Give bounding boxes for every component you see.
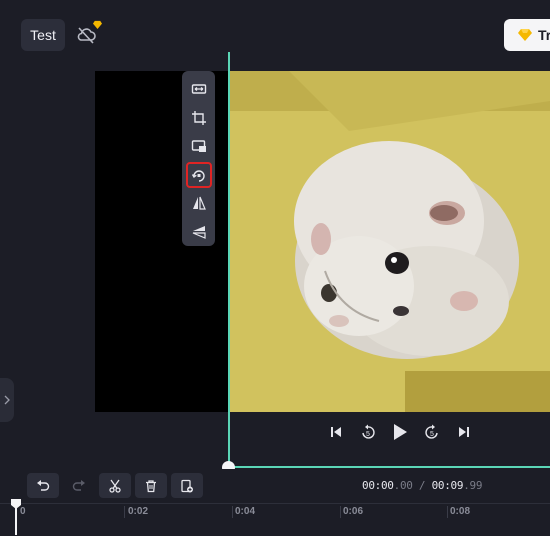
preview-toolbar xyxy=(182,71,215,246)
forward-5-label: 5 xyxy=(430,431,434,438)
undo-icon xyxy=(37,479,50,491)
skip-to-end-icon xyxy=(459,427,469,437)
sidebar-expand-handle[interactable] xyxy=(0,378,14,422)
current-time-fraction: .00 xyxy=(393,479,413,492)
flip-horizontal-icon xyxy=(192,197,206,210)
player-controls: 5 5 xyxy=(325,420,475,444)
redo-button[interactable] xyxy=(63,473,95,498)
skip-to-end-button[interactable] xyxy=(453,421,475,443)
time-separator: / xyxy=(418,479,426,492)
tick-label: 0:04 xyxy=(235,506,256,517)
top-bar: Test Tr xyxy=(0,0,550,52)
rewind-5s-button[interactable]: 5 xyxy=(357,421,379,443)
add-media-button[interactable] xyxy=(171,473,203,498)
current-time: 00:00 xyxy=(362,479,394,492)
skip-to-start-icon xyxy=(331,427,341,437)
total-time: 00:09 xyxy=(431,479,464,492)
crop-button[interactable] xyxy=(186,105,212,130)
trash-icon xyxy=(146,479,156,492)
gem-icon xyxy=(518,29,532,41)
rewind-5-label: 5 xyxy=(366,431,370,438)
tick-label: 0:08 xyxy=(450,506,471,517)
project-title: Test xyxy=(30,27,56,43)
tick-mark xyxy=(447,506,448,518)
tick-mark xyxy=(232,506,233,518)
rewind-5-icon: 5 xyxy=(362,424,375,439)
picture-in-picture-button[interactable] xyxy=(186,133,212,158)
undo-button[interactable] xyxy=(27,473,59,498)
picture-in-picture-icon xyxy=(191,140,206,153)
delete-button[interactable] xyxy=(135,473,167,498)
play-icon xyxy=(394,424,407,440)
fit-button[interactable] xyxy=(186,77,212,102)
timeline-playhead-line xyxy=(15,505,17,535)
video-preview[interactable] xyxy=(229,71,550,412)
hamster-video-frame xyxy=(229,71,550,412)
tick-mark xyxy=(340,506,341,518)
forward-5-icon: 5 xyxy=(425,424,438,439)
premium-gem-icon xyxy=(93,20,102,29)
flip-horizontal-button[interactable] xyxy=(186,191,212,216)
playback-progress-track[interactable] xyxy=(229,466,550,468)
play-button[interactable] xyxy=(389,421,411,443)
project-title-button[interactable]: Test xyxy=(21,19,65,51)
flip-vertical-button[interactable] xyxy=(186,219,212,244)
time-readout: 00:00.00 / 00:09.99 xyxy=(362,479,482,492)
fit-icon xyxy=(191,84,206,94)
upgrade-label: Tr xyxy=(538,27,550,43)
add-media-icon xyxy=(181,479,193,492)
flip-vertical-icon xyxy=(192,225,206,239)
chevron-right-icon xyxy=(4,395,10,405)
skip-to-start-button[interactable] xyxy=(325,421,347,443)
total-time-fraction: .99 xyxy=(463,479,483,492)
tick-label: 0:02 xyxy=(128,506,149,517)
forward-5s-button[interactable]: 5 xyxy=(421,421,443,443)
rotate-button[interactable] xyxy=(185,161,212,188)
canvas-guide-line xyxy=(228,52,230,468)
tick-mark xyxy=(124,506,125,518)
upgrade-button[interactable]: Tr xyxy=(504,19,550,51)
rotate-icon xyxy=(191,170,205,182)
redo-icon xyxy=(72,479,85,491)
crop-icon xyxy=(191,110,206,125)
scissors-icon xyxy=(109,479,121,493)
tick-label: 0:06 xyxy=(343,506,364,517)
split-button[interactable] xyxy=(99,473,131,498)
